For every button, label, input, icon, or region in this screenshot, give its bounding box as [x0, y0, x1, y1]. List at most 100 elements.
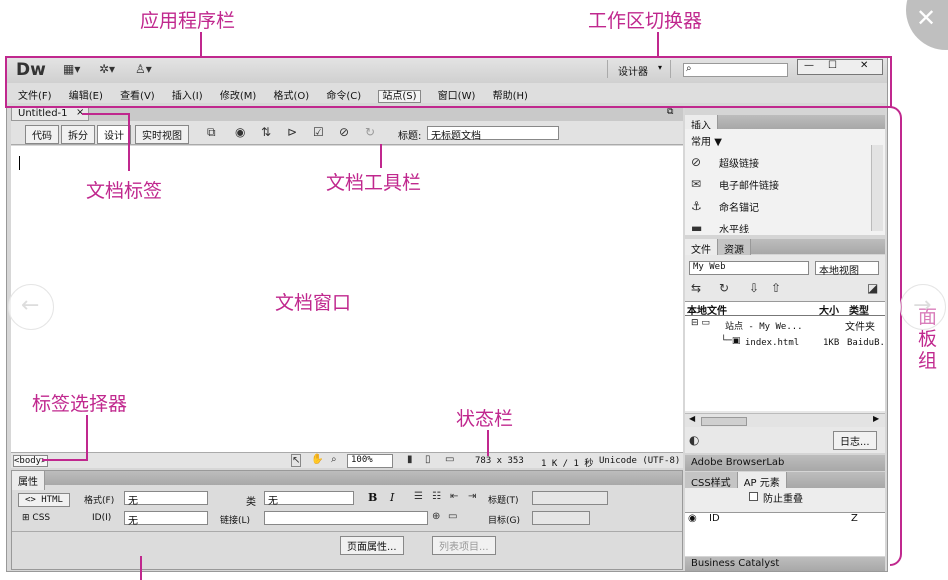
close-overlay-button[interactable]: ✕ [906, 0, 948, 50]
target-select[interactable] [532, 511, 590, 525]
check-browser-icon[interactable]: ⊘ [339, 125, 349, 139]
annotation-doc-toolbar: 文档工具栏 [326, 172, 422, 194]
horizontal-rule-icon: ▬ [691, 221, 703, 235]
properties-tab[interactable]: 属性 [12, 471, 45, 490]
expand-icon[interactable]: ◪ [867, 281, 878, 295]
view-code-button[interactable]: 代码 [25, 125, 59, 144]
view-split-button[interactable]: 拆分 [61, 125, 95, 144]
desktop-size-icon[interactable]: ▭ [445, 454, 454, 465]
indent-icon[interactable]: ⇥ [468, 491, 476, 502]
get-files-icon[interactable]: ⇩ [749, 281, 759, 295]
window-size-icon[interactable]: ▮ [407, 454, 413, 465]
ap-col-id[interactable]: ID [709, 513, 720, 524]
file-management-icon[interactable]: ⇅ [261, 125, 271, 139]
download-size-readout: 1 K / 1 秒 [541, 459, 594, 469]
html-file-icon: └─▣ [721, 336, 741, 346]
scroll-left-icon[interactable]: ◀ [689, 414, 695, 423]
restore-icon[interactable]: ⧉ [667, 107, 673, 117]
link-input[interactable] [264, 511, 428, 525]
document-tab-label: Untitled-1 [18, 108, 68, 119]
status-globe-icon: ◐ [689, 433, 700, 447]
list-item-button[interactable]: 列表项目... [432, 536, 496, 555]
target-label: 目标(G) [488, 516, 520, 526]
refresh-icon[interactable]: ↻ [365, 125, 375, 139]
class-select[interactable]: 无 [264, 491, 354, 507]
title-label: 标题: [398, 131, 422, 142]
properties-panel: 属性 <> HTML ⊞ CSS 格式(F) 无 类 无 B I ☰ ☷ ⇤ ⇥… [11, 470, 683, 570]
tag-selector-body[interactable]: <body> [13, 455, 48, 467]
insert-scrollbar[interactable] [871, 145, 883, 231]
insert-category-label: 常用 [691, 137, 711, 148]
prev-slide-button[interactable]: ← [8, 284, 54, 330]
grid-icon: ⊞ [22, 513, 30, 523]
app-bar-highlight [5, 56, 892, 108]
pointer-tool-icon[interactable]: ↖ [291, 454, 302, 467]
ap-col-z[interactable]: Z [851, 513, 858, 524]
point-to-file-icon[interactable]: ⊕ [432, 511, 440, 522]
preview-browser-icon[interactable]: ◉ [235, 125, 245, 139]
id-label: ID(I) [92, 513, 112, 523]
view-select[interactable]: 本地视图 [815, 261, 879, 277]
connect-icon[interactable]: ⇆ [691, 281, 701, 295]
insert-item-email[interactable]: 电子邮件链接 [719, 177, 779, 192]
title-input[interactable]: 无标题文档 [427, 126, 559, 142]
zoom-tool-icon[interactable]: ⌕ [331, 454, 337, 465]
put-files-icon[interactable]: ⇧ [771, 281, 781, 295]
window-size-readout[interactable]: 783 x 353 [475, 456, 524, 466]
unordered-list-icon[interactable]: ☰ [414, 491, 423, 502]
files-panel: My Web 本地视图 ⇆ ↻ ⇩ ⇧ ◪ 本地文件 大小 类型 ⊟ ▭ 站点 … [685, 255, 885, 453]
panel-group: 插入 常用 ▼ ⊘ 超级链接 ✉ 电子邮件链接 ⚓ 命名锚记 ▬ 水平线 文件资… [685, 107, 885, 571]
next-slide-button[interactable]: → [900, 284, 946, 330]
ordered-list-icon[interactable]: ☷ [432, 491, 441, 502]
bold-button[interactable]: B [368, 491, 377, 504]
files-row-index-name[interactable]: index.html [745, 338, 799, 348]
insert-panel-header: 插入 [685, 115, 885, 134]
hand-tool-icon[interactable]: ✋ [311, 454, 323, 465]
dreamweaver-window: Dw ▦▾ ✲▾ ♙▾ 设计器 ▾ ⌕ — ☐ ✕ 文件(F) 编辑(E) 查看… [6, 56, 888, 572]
title-attr-input[interactable] [532, 491, 608, 505]
site-select[interactable]: My Web [689, 261, 809, 275]
insert-category-select[interactable]: 常用 ▼ [691, 133, 722, 148]
prevent-overlap-label: 防止重叠 [763, 494, 803, 505]
ap-panel: 防止重叠 ◉ ID Z [685, 488, 885, 556]
page-properties-button[interactable]: 页面属性... [340, 536, 404, 555]
visual-aids-icon[interactable]: ⊳ [287, 125, 297, 139]
css-mode-button[interactable]: ⊞ CSS [22, 513, 50, 523]
italic-button[interactable]: I [390, 491, 394, 504]
multiscreen-icon[interactable]: ⧉ [207, 125, 216, 140]
id-select[interactable]: 无 [124, 511, 208, 527]
eye-icon[interactable]: ◉ [688, 513, 697, 524]
files-row-site-name[interactable]: 站点 - My We... [725, 319, 803, 332]
annotation-doc-tab: 文档标签 [86, 180, 163, 202]
format-select[interactable]: 无 [124, 491, 208, 507]
prevent-overlap-checkbox[interactable] [749, 492, 758, 501]
annotation-doc-window: 文档窗口 [275, 292, 352, 314]
scroll-right-icon[interactable]: ▶ [873, 414, 879, 423]
outdent-icon[interactable]: ⇤ [450, 491, 458, 502]
html-mode-button[interactable]: <> HTML [18, 493, 70, 507]
text-cursor [19, 156, 20, 170]
browserlab-header[interactable]: Adobe BrowserLab [685, 455, 885, 471]
properties-divider [12, 531, 682, 532]
files-row-index-size: 1KB [823, 338, 840, 348]
view-live-button[interactable]: 实时视图 [135, 125, 189, 144]
validate-icon[interactable]: ☑ [313, 125, 324, 139]
business-catalyst-header[interactable]: Business Catalyst [685, 557, 885, 571]
anchor-icon: ⚓ [691, 199, 702, 213]
log-button[interactable]: 日志... [833, 431, 877, 450]
insert-item-anchor[interactable]: 命名锚记 [719, 199, 759, 214]
class-label: 类 [246, 497, 256, 508]
zoom-select[interactable]: 100% [347, 454, 393, 468]
encoding-readout: Unicode (UTF-8) [599, 456, 681, 466]
insert-item-hr[interactable]: 水平线 [719, 221, 749, 233]
refresh-files-icon[interactable]: ↻ [719, 281, 729, 295]
insert-item-hyperlink[interactable]: 超级链接 [719, 155, 759, 170]
link-label: 链接(L) [220, 516, 251, 526]
view-design-button[interactable]: 设计 [97, 125, 131, 144]
insert-panel: 常用 ▼ ⊘ 超级链接 ✉ 电子邮件链接 ⚓ 命名锚记 ▬ 水平线 [685, 129, 885, 235]
files-hscroll[interactable]: ◀ ▶ [685, 413, 885, 427]
browse-folder-icon[interactable]: ▭ [448, 511, 457, 522]
tablet-size-icon[interactable]: ▯ [425, 454, 431, 465]
scroll-thumb[interactable] [701, 417, 747, 426]
document-tab[interactable]: Untitled-1 × [11, 107, 89, 121]
